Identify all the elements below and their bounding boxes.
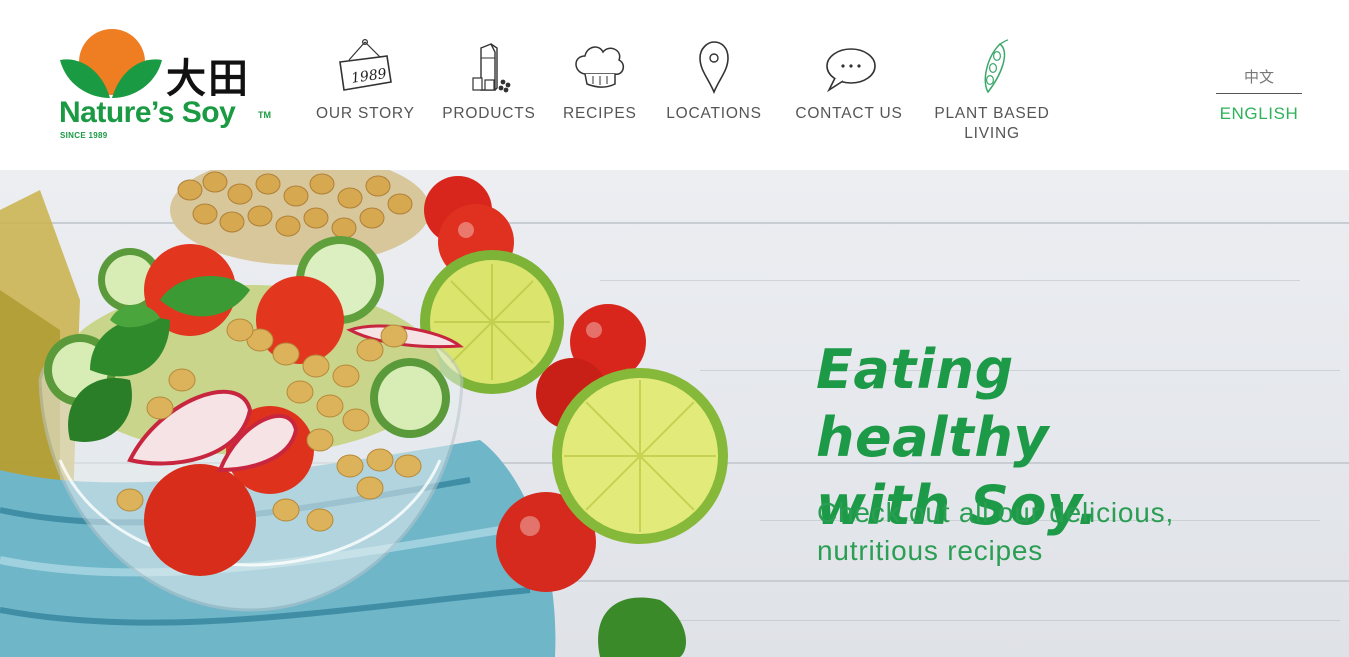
soybean-pod-icon	[984, 39, 1009, 94]
speech-bubble-icon	[826, 48, 876, 93]
nav-item-our-story[interactable]: 1989 OUR STORY	[316, 38, 414, 124]
nav-label-products: PRODUCTS	[442, 105, 536, 122]
nav-label-contact-us: CONTACT US	[795, 105, 903, 122]
nav-item-recipes[interactable]: RECIPES	[563, 38, 637, 124]
language-english-link[interactable]: ENGLISH	[1216, 104, 1302, 124]
nav-label-recipes: RECIPES	[563, 105, 637, 122]
language-switcher: 中文 ENGLISH	[1216, 66, 1302, 124]
nav-label-living: LIVING	[964, 125, 1020, 142]
nav-item-plant-based-living[interactable]: PLANT BASED LIVING	[930, 38, 1054, 144]
nav-item-locations[interactable]: LOCATIONS	[662, 38, 766, 124]
hero-banner: Eating healthy with Soy. Check out all o…	[0, 170, 1349, 657]
map-pin-icon	[699, 41, 729, 95]
trademark-mark: TM	[258, 110, 271, 120]
nav-label-plant-based: PLANT BASED	[934, 105, 1050, 122]
headline-line-1: Eating healthy	[816, 338, 1049, 469]
soy-sprout-logo-icon	[60, 29, 162, 98]
brand-logo[interactable]: 大田 Nature’s Soy TM SINCE 1989	[58, 28, 278, 143]
1989-sign-icon: 1989	[339, 38, 392, 91]
language-chinese-link[interactable]: 中文	[1216, 66, 1302, 94]
soy-salad-photo	[0, 170, 728, 657]
chef-hat-icon	[575, 46, 625, 88]
brand-name: Nature’s Soy	[59, 96, 236, 129]
nav-label-locations: LOCATIONS	[666, 105, 762, 122]
subtitle-line-2: nutritious recipes	[817, 535, 1044, 566]
nav-item-contact-us[interactable]: CONTACT US	[793, 38, 905, 124]
site-header: 大田 Nature’s Soy TM SINCE 1989 1989 OUR S…	[0, 0, 1349, 170]
hero-subtitle[interactable]: Check out all our delicious, nutritious …	[817, 494, 1277, 570]
nav-label-our-story: OUR STORY	[316, 105, 415, 122]
brand-since: SINCE 1989	[60, 131, 108, 140]
subtitle-line-1: Check out all our delicious,	[817, 497, 1175, 528]
soy-milk-carton-icon	[472, 43, 511, 93]
nav-item-products[interactable]: PRODUCTS	[442, 38, 536, 124]
